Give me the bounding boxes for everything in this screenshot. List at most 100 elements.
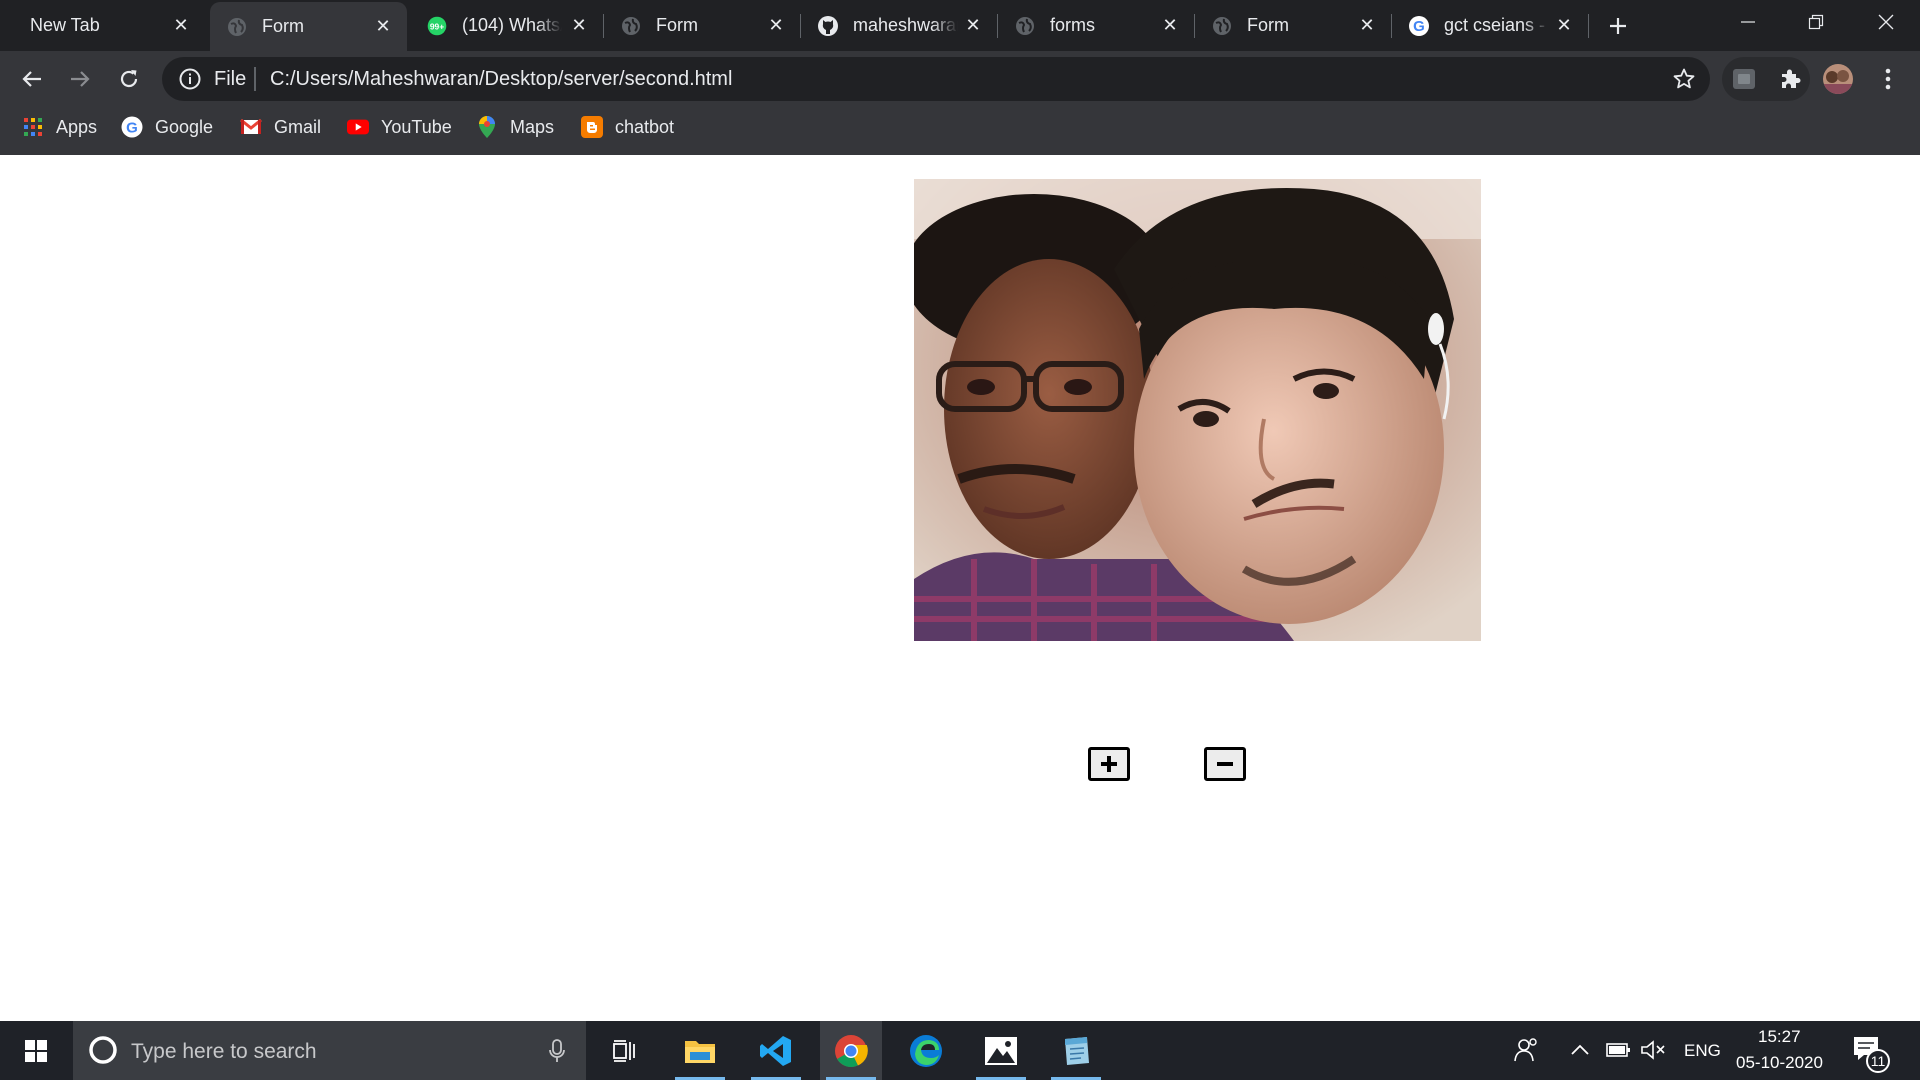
minus-icon: − [1225,764,1226,765]
bookmark-youtube[interactable]: YouTube [347,114,452,140]
bookmark-apps[interactable]: Apps [22,114,97,140]
tab-title: forms [1050,15,1095,35]
photos-button[interactable] [970,1021,1032,1080]
volume-muted-icon[interactable] [1640,1039,1666,1066]
info-icon[interactable] [178,67,202,96]
close-icon [1878,14,1894,30]
bookmark-label: Gmail [274,116,322,137]
notification-center-button[interactable]: 11 [1852,1035,1892,1073]
tab-new-tab[interactable]: New Tab ✕ [0,0,205,51]
tab-forms[interactable]: forms ✕ [998,0,1194,51]
tab-title: New Tab [30,15,100,35]
bookmark-label: chatbot [615,116,675,137]
taskbar-search[interactable]: Type here to search [73,1021,586,1080]
chevron-up-icon[interactable] [1570,1043,1590,1061]
youtube-icon [347,116,369,138]
battery-icon[interactable] [1605,1040,1633,1065]
close-icon[interactable]: ✕ [171,15,191,36]
edge-button[interactable] [895,1021,957,1080]
github-icon [817,15,839,37]
bookmark-gmail[interactable]: Gmail [240,114,321,140]
scheme-label: File [214,68,247,90]
file-explorer-icon [685,1040,715,1063]
bookmark-chatbot[interactable]: chatbot [581,114,674,140]
close-icon[interactable]: ✕ [766,15,786,36]
bookmark-label: YouTube [381,116,452,137]
zoom-in-button[interactable]: + [1088,747,1130,781]
globe-icon [1014,15,1036,37]
start-button[interactable] [5,1021,67,1080]
cortana-icon [89,1036,117,1064]
bookmark-maps[interactable]: Maps [476,114,554,140]
vscode-icon [760,1035,791,1066]
back-button[interactable] [14,61,50,97]
close-icon[interactable]: ✕ [1357,15,1377,36]
close-icon[interactable]: ✕ [373,16,393,37]
tab-title: Form [1247,15,1289,35]
tab-title: Form [656,15,698,35]
bookmark-label: Maps [510,116,555,137]
bookmark-google[interactable]: G Google [121,114,213,140]
new-tab-button[interactable] [1602,10,1634,42]
menu-kebab-icon[interactable] [1870,61,1906,97]
whatsapp-badge: 99+ [430,21,444,31]
clock-date[interactable]: 05-10-2020 [1736,1053,1823,1073]
globe-icon [1211,15,1233,37]
chrome-button[interactable] [820,1021,882,1080]
clock-time[interactable]: 15:27 [1758,1027,1801,1047]
address-divider [254,67,256,91]
bookmark-label: Google [155,116,214,137]
language-indicator[interactable]: ENG [1684,1041,1721,1061]
chrome-icon [835,1034,868,1067]
minimize-button[interactable] [1714,0,1782,44]
tab-google[interactable]: G gct cseians - Google ✕ [1392,0,1588,51]
reload-button[interactable] [111,61,147,97]
bookmark-star-icon[interactable] [1672,67,1696,96]
apps-grid-icon [22,116,44,138]
zoom-out-button[interactable]: − [1204,747,1246,781]
tab-form-2[interactable]: Form ✕ [1195,0,1391,51]
task-view-icon [613,1039,635,1062]
tab-form-active[interactable]: Form ✕ [210,2,407,51]
windows-taskbar: Type here to search ENG 15:27 05-10-2020… [0,1021,1920,1080]
reload-icon [120,70,138,88]
people-icon[interactable] [1514,1037,1540,1068]
notepad-icon [1065,1036,1089,1065]
forward-button[interactable] [62,61,98,97]
notification-badge: 11 [1866,1049,1890,1073]
plus-icon: + [1109,764,1110,765]
tab-whatsapp[interactable]: 99+ (104) WhatsApp ✕ [410,0,603,51]
profile-avatar[interactable] [1820,61,1856,97]
close-icon[interactable]: ✕ [1554,15,1574,36]
address-bar[interactable]: File C:/Users/Maheshwaran/Desktop/server… [162,57,1710,101]
tab-separator [1588,14,1589,38]
extension-square-icon[interactable] [1726,61,1762,97]
task-view-button[interactable] [593,1021,655,1080]
close-icon[interactable]: ✕ [1160,15,1180,36]
microphone-icon [549,1039,565,1062]
url-text[interactable]: C:/Users/Maheshwaran/Desktop/server/seco… [270,68,732,91]
plus-icon [1610,18,1626,34]
globe-icon [226,16,248,38]
close-icon[interactable]: ✕ [963,15,983,36]
restore-icon [1808,14,1824,30]
close-window-button[interactable] [1852,0,1920,44]
photo-image [914,179,1481,641]
forward-arrow-icon [71,71,90,87]
blogger-icon [581,116,603,138]
page-content: + − [0,155,1920,1021]
back-arrow-icon [22,71,41,87]
tab-title: (104) WhatsApp [462,15,562,35]
tab-title: Form [262,16,304,36]
vscode-button[interactable] [745,1021,807,1080]
extensions-puzzle-icon[interactable] [1772,61,1808,97]
svg-text:G: G [1413,18,1425,35]
tab-github[interactable]: maheshwaran ✕ [801,0,997,51]
tab-title: maheshwaran [853,15,958,35]
tab-form[interactable]: Form ✕ [604,0,800,51]
notepad-button[interactable] [1045,1021,1107,1080]
close-icon[interactable]: ✕ [569,15,589,36]
restore-button[interactable] [1782,0,1850,44]
photos-icon [985,1036,1017,1065]
file-explorer-button[interactable] [669,1021,731,1080]
